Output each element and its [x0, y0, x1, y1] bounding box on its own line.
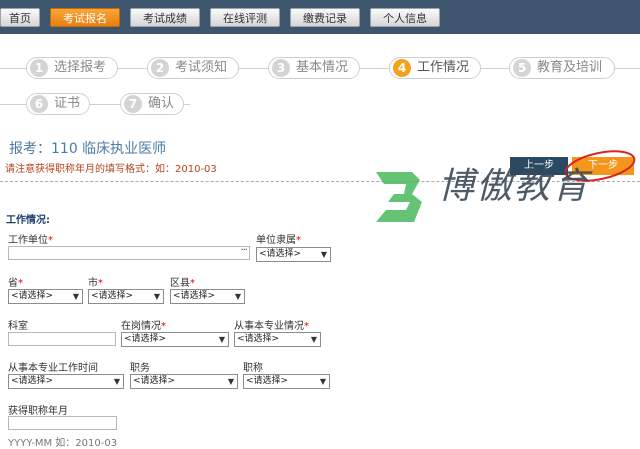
district-select[interactable]: <请选择> ▼	[170, 289, 245, 304]
major-situation-label: 从事本专业情况*	[234, 321, 309, 332]
province-select[interactable]: <请选择> ▼	[8, 289, 83, 304]
step-label: 教育及培训	[537, 60, 603, 75]
step-number: 2	[151, 59, 169, 77]
title-rank-label: 职称	[243, 363, 263, 374]
major-time-select[interactable]: <请选择> ▼	[8, 374, 124, 389]
dropdown-arrow-icon: ▼	[320, 250, 327, 259]
step-7[interactable]: 7 确认	[120, 93, 184, 115]
top-nav: 首页 考试报名 考试成绩 在线评测 缴费记录 个人信息	[0, 0, 640, 34]
nav-online-test[interactable]: 在线评测	[210, 8, 280, 27]
title-rank-select[interactable]: <请选择> ▼	[243, 374, 330, 389]
exam-title: 报考：110 临床执业医师	[9, 141, 167, 157]
nav-exam-scores[interactable]: 考试成绩	[130, 8, 200, 27]
step-number: 1	[30, 59, 48, 77]
dropdown-arrow-icon: ▼	[319, 377, 326, 386]
nav-home[interactable]: 首页	[0, 8, 40, 27]
nav-payment-records[interactable]: 缴费记录	[290, 8, 360, 27]
department-label: 科室	[8, 321, 28, 332]
city-select[interactable]: <请选择> ▼	[88, 289, 164, 304]
step-number: 6	[30, 95, 48, 113]
major-time-label: 从事本专业工作时间	[8, 363, 98, 374]
dropdown-arrow-icon: ▼	[72, 292, 79, 301]
unit-affiliation-label: 单位隶属*	[256, 235, 301, 246]
unit-affiliation-select[interactable]: <请选择> ▼	[256, 247, 331, 262]
work-unit-label: 工作单位*	[8, 235, 53, 246]
department-input[interactable]	[8, 332, 116, 346]
format-hint: 请注意获得职称年月的填写格式：如：2010-03	[5, 164, 217, 175]
step-label: 基本情况	[296, 60, 349, 75]
city-label: 市*	[88, 278, 103, 289]
watermark-text: 博傲教育	[438, 166, 591, 207]
step-label: 考试须知	[175, 60, 228, 75]
position-label: 职务	[130, 363, 150, 374]
title-date-label: 获得职称年月	[8, 406, 68, 417]
major-situation-select[interactable]: <请选择> ▼	[234, 332, 321, 347]
step-1[interactable]: 1 选择报考	[26, 57, 118, 79]
province-label: 省*	[8, 278, 23, 289]
step-3[interactable]: 3 基本情况	[268, 57, 360, 79]
step-2[interactable]: 2 考试须知	[147, 57, 239, 79]
step-6[interactable]: 6 证书	[26, 93, 90, 115]
step-number: 5	[513, 59, 531, 77]
step-number: 4	[393, 59, 411, 77]
dropdown-arrow-icon: ▼	[218, 335, 225, 344]
dropdown-arrow-icon: ▼	[227, 377, 234, 386]
watermark-logo-icon	[376, 172, 422, 222]
step-label: 选择报考	[54, 60, 107, 75]
step-number: 3	[272, 59, 290, 77]
dropdown-arrow-icon: ▼	[234, 292, 241, 301]
dropdown-arrow-icon: ▼	[113, 377, 120, 386]
step-label: 确认	[148, 96, 175, 111]
step-label: 工作情况	[417, 60, 470, 75]
on-duty-select[interactable]: <请选择> ▼	[121, 332, 229, 347]
title-date-input[interactable]	[8, 416, 117, 430]
section-title: 工作情况:	[6, 215, 50, 226]
step-4-current[interactable]: 4 工作情况	[389, 57, 481, 79]
position-select[interactable]: <请选择> ▼	[130, 374, 238, 389]
step-label: 证书	[54, 96, 81, 111]
nav-personal-info[interactable]: 个人信息	[370, 8, 440, 27]
title-date-format-hint: YYYY-MM 如：2010-03	[8, 438, 118, 449]
district-label: 区县*	[170, 278, 195, 289]
dropdown-arrow-icon: ▼	[153, 292, 160, 301]
dropdown-arrow-icon: ▼	[310, 335, 317, 344]
work-unit-input[interactable]: ···	[8, 245, 250, 260]
step-progress: 1 选择报考 2 考试须知 3 基本情况 4 工作情况 5 教育及培训 6 证书…	[0, 50, 640, 120]
step-number: 7	[124, 95, 142, 113]
step-5[interactable]: 5 教育及培训	[509, 57, 615, 79]
picker-dots-icon[interactable]: ···	[240, 245, 247, 256]
on-duty-label: 在岗情况*	[121, 321, 166, 332]
nav-exam-signup[interactable]: 考试报名	[50, 8, 120, 27]
